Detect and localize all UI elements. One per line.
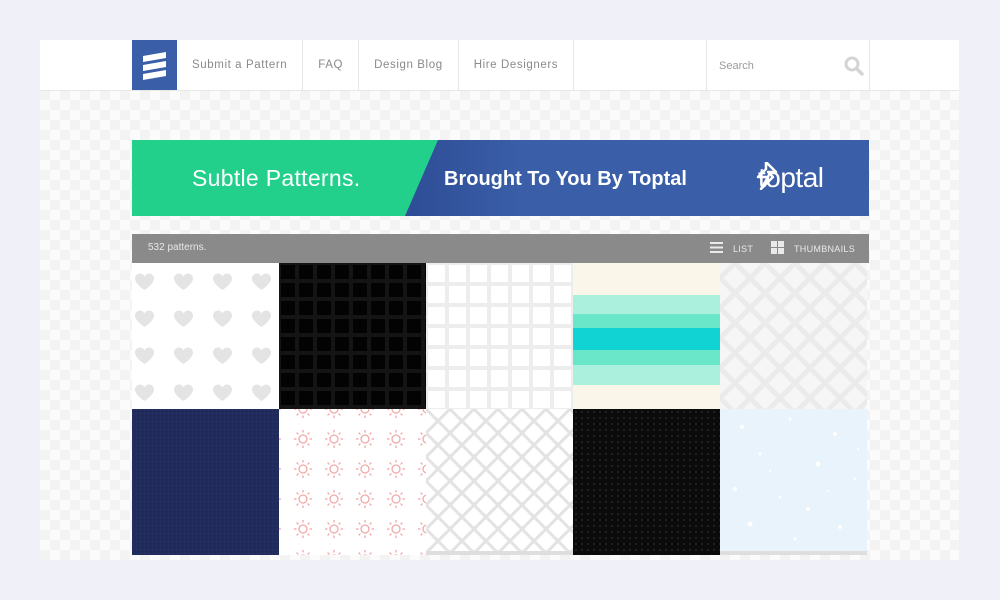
pattern-toolbar: 532 patterns. LIST THUMBNAILS (132, 234, 869, 263)
site-header: Submit a Pattern FAQ Design Blog Hire De… (40, 40, 959, 91)
search-box (706, 40, 870, 90)
list-icon (710, 242, 723, 255)
banner-title: Subtle Patterns. (192, 165, 361, 191)
main-nav: Submit a Pattern FAQ Design Blog Hire De… (177, 40, 575, 90)
nav-submit-pattern[interactable]: Submit a Pattern (177, 40, 304, 90)
pattern-grid (132, 263, 869, 560)
search-icon[interactable] (844, 56, 864, 76)
toptal-mark-icon (756, 162, 778, 190)
toptal-banner[interactable]: Subtle Patterns. Brought To You By Topta… (132, 140, 869, 216)
pattern-tile-diamond-lattice[interactable] (426, 409, 573, 555)
thumbnails-label: THUMBNAILS (794, 243, 856, 254)
pattern-tile-navy-texture[interactable] (132, 409, 279, 555)
toptal-logo: toptal (756, 162, 824, 194)
logo-icon[interactable] (132, 40, 177, 90)
pattern-tile-black-dots[interactable] (573, 409, 720, 555)
pattern-tile-dark-grid[interactable] (279, 263, 426, 409)
grid-icon (771, 241, 784, 256)
list-view-button[interactable]: LIST (710, 234, 753, 263)
nav-hire-designers[interactable]: Hire Designers (459, 40, 575, 90)
nav-faq[interactable]: FAQ (303, 40, 360, 90)
pattern-tile-light-blue-speckle[interactable] (720, 409, 867, 555)
thumbnails-view-button[interactable]: THUMBNAILS (771, 234, 855, 263)
pattern-count: 532 patterns. (148, 242, 207, 253)
pattern-tile-pink-suns[interactable] (279, 409, 426, 555)
pattern-tile-hearts[interactable] (132, 263, 279, 409)
banner-subtitle: Brought To You By Toptal (444, 168, 687, 190)
pattern-tile-mint-stripes[interactable] (573, 263, 720, 409)
nav-design-blog[interactable]: Design Blog (359, 40, 459, 90)
pattern-tile-zigzag[interactable] (720, 263, 867, 409)
pattern-tile-white-grid[interactable] (426, 263, 573, 409)
browser-viewport: Submit a Pattern FAQ Design Blog Hire De… (40, 40, 959, 560)
list-label: LIST (733, 243, 754, 254)
search-input[interactable] (717, 55, 831, 77)
